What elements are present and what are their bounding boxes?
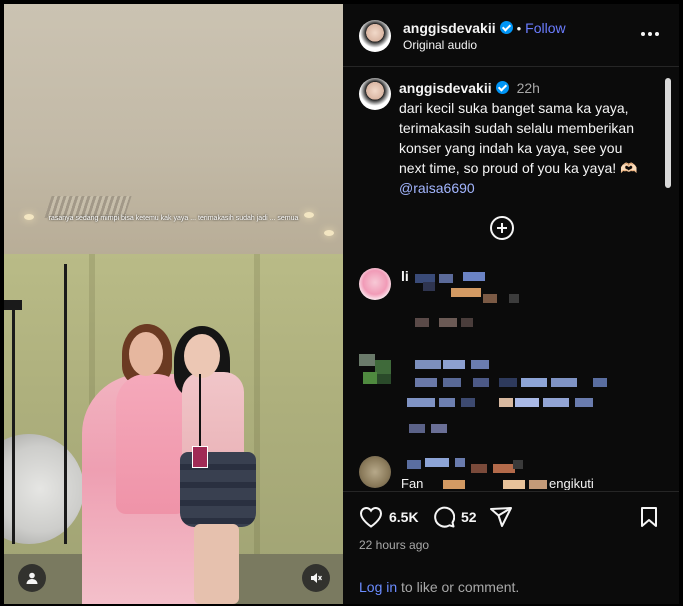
separator-dot: • <box>516 21 522 36</box>
comment-action[interactable]: 52 <box>433 506 477 528</box>
login-prompt: Log in to like or comment. <box>359 579 519 595</box>
comments-scrollbar[interactable] <box>665 78 671 188</box>
author-username[interactable]: anggisdevakii <box>403 20 496 36</box>
mute-icon <box>311 573 323 583</box>
person-face <box>184 334 220 378</box>
post-timestamp[interactable]: 22 hours ago <box>359 538 429 552</box>
share-icon[interactable] <box>489 506 513 528</box>
bookmark-icon[interactable] <box>639 506 659 528</box>
light-stand-head <box>4 300 22 310</box>
caption-text: dari kecil suka banget sama ka yaya, ter… <box>399 100 638 176</box>
load-more-comments-icon[interactable] <box>490 216 514 240</box>
lanyard-badge <box>192 446 208 468</box>
light-stand <box>64 264 67 544</box>
post-viewer: rasanya sedang mimpi bisa ketemu kak yay… <box>0 0 683 606</box>
media-overlay-text: rasanya sedang mimpi bisa ketemu kak yay… <box>48 215 299 222</box>
person-gown-bodice <box>116 374 186 514</box>
mute-button[interactable] <box>302 564 330 592</box>
caption-body: anggisdevakii 22h dari kecil suka banget … <box>399 78 649 198</box>
caption-header: anggisdevakii 22h <box>399 78 649 98</box>
post-details-panel: anggisdevakii • Follow Original audio angg… <box>343 4 679 604</box>
heart-icon[interactable] <box>359 506 383 528</box>
comment-text-visible-start: Fan <box>401 476 424 490</box>
light-stand <box>12 304 15 544</box>
comments-section[interactable]: anggisdevakii 22h dari kecil suka banget … <box>343 68 679 490</box>
author-avatar[interactable] <box>359 78 391 110</box>
ceiling-light <box>324 230 334 236</box>
person-face <box>129 332 163 376</box>
commenter-username[interactable]: li <box>401 268 409 284</box>
comment-text-visible-end: engikuti <box>549 476 594 490</box>
like-count[interactable]: 6.5K <box>389 509 419 525</box>
person-legs <box>194 524 239 604</box>
commenter-avatar[interactable] <box>359 456 391 488</box>
user-tag-icon <box>26 572 38 584</box>
login-link[interactable]: Log in <box>359 579 397 595</box>
save-action[interactable] <box>639 506 659 528</box>
commenter-avatar[interactable] <box>359 268 391 300</box>
comment-icon[interactable] <box>433 506 455 528</box>
caption-mention-link[interactable]: @raisa6690 <box>399 178 649 198</box>
user-tag-button[interactable] <box>18 564 46 592</box>
author-avatar[interactable] <box>359 20 391 52</box>
author-line: anggisdevakii • Follow <box>403 20 566 38</box>
verified-badge-icon <box>495 81 509 94</box>
lanyard <box>199 374 201 449</box>
audio-label[interactable]: Original audio <box>403 38 477 52</box>
comment-count[interactable]: 52 <box>461 509 477 525</box>
post-actions: 6.5K 52 22 hours ago Log in to like or c… <box>343 491 679 604</box>
login-prompt-text: to like or comment. <box>397 579 520 595</box>
caption-username[interactable]: anggisdevakii <box>399 80 492 96</box>
verified-badge-icon <box>499 21 513 34</box>
post-media[interactable]: rasanya sedang mimpi bisa ketemu kak yay… <box>4 4 343 604</box>
post-header: anggisdevakii • Follow Original audio <box>343 4 679 67</box>
more-options-icon[interactable] <box>641 30 661 38</box>
share-action[interactable] <box>489 506 513 528</box>
follow-button[interactable]: Follow <box>525 20 565 36</box>
caption-time[interactable]: 22h <box>517 80 540 96</box>
like-action[interactable]: 6.5K <box>359 506 419 528</box>
